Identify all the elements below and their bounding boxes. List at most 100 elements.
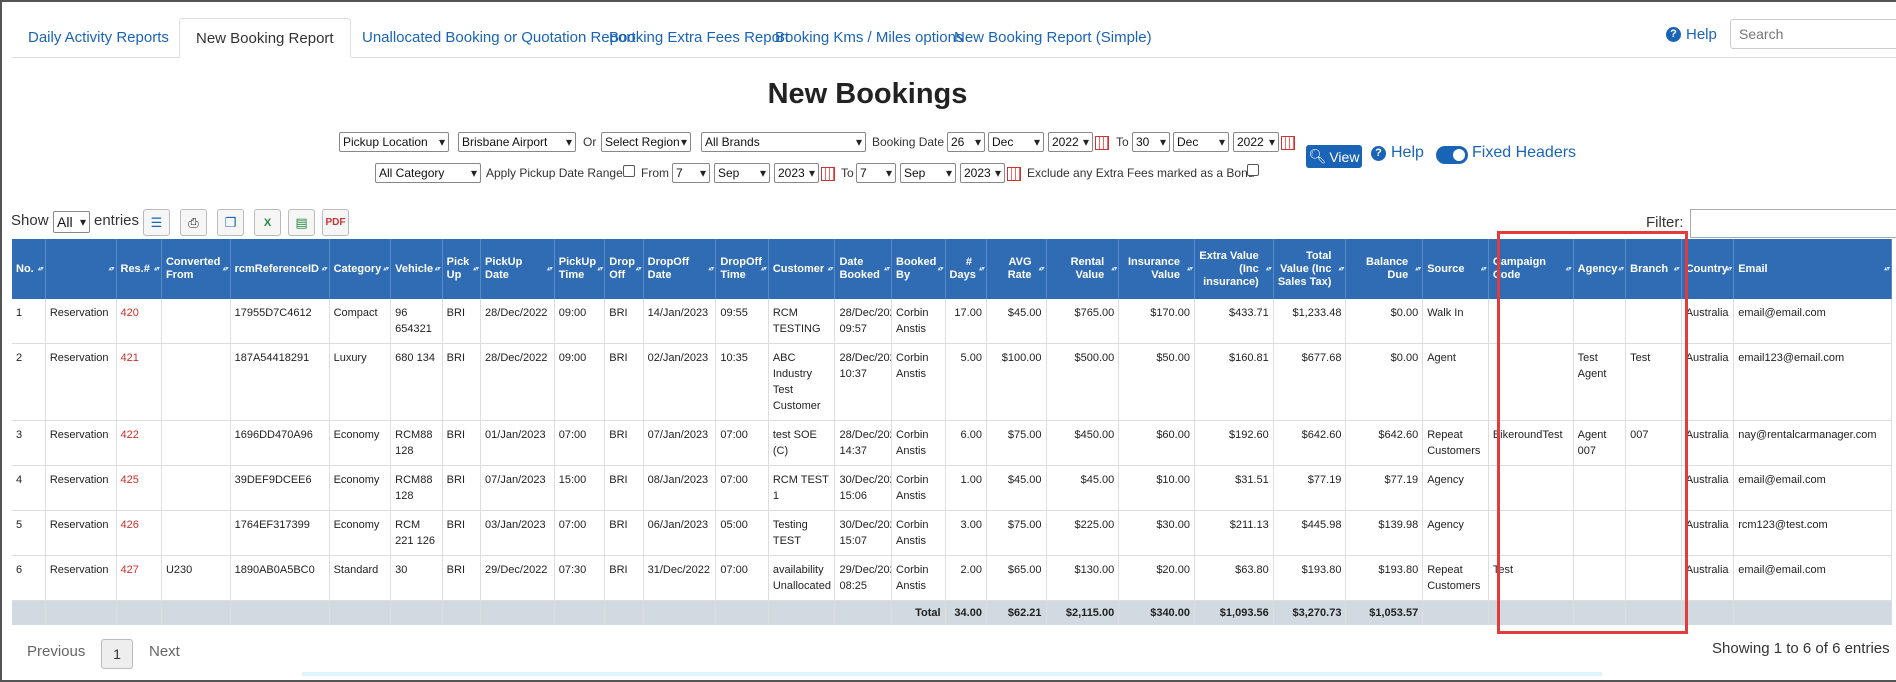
calendar-icon[interactable] (1095, 136, 1109, 150)
column-header[interactable]: Total Value (Inc Sales Tax) (1273, 239, 1347, 299)
column-header[interactable]: Date Booked (834, 239, 893, 299)
reservation-link[interactable]: 420 (116, 299, 162, 344)
table-cell: 03/Jan/2023 (480, 510, 555, 556)
previous-page-button[interactable]: Previous (27, 643, 85, 660)
column-header[interactable]: Country (1681, 239, 1735, 299)
table-cell: $30.00 (1118, 510, 1195, 556)
filter-input[interactable] (1690, 209, 1896, 238)
booking-from-month-select[interactable]: Dec (988, 132, 1044, 152)
column-header[interactable]: Insurance Value (1118, 239, 1195, 299)
next-page-button[interactable]: Next (149, 643, 180, 660)
column-header[interactable]: Pick Up (442, 239, 482, 299)
fixed-headers-toggle[interactable] (1436, 146, 1468, 164)
pickup-from-year-select[interactable]: 2023 (774, 163, 819, 183)
booking-from-year-select[interactable]: 2022 (1048, 132, 1093, 152)
column-header[interactable]: Drop Off (604, 239, 644, 299)
column-header[interactable]: DropOff Time (715, 239, 769, 299)
table-cell: $20.00 (1118, 555, 1195, 601)
pdf-export-button[interactable]: PDF (322, 209, 349, 236)
csv-export-button[interactable]: ▤ (288, 209, 315, 236)
reservation-link[interactable]: 422 (116, 420, 162, 466)
table-cell: $1,233.48 (1273, 299, 1347, 344)
tab-daily-activity-reports[interactable]: Daily Activity Reports (12, 18, 185, 58)
print-button[interactable]: ⎙ (180, 209, 207, 236)
booking-to-day-select[interactable]: 30 (1132, 132, 1170, 152)
exclude-bond-checkbox[interactable] (1247, 164, 1259, 176)
table-cell: 05:00 (715, 510, 769, 556)
column-header[interactable]: Booked By (891, 239, 946, 299)
reservation-link[interactable]: 421 (116, 343, 162, 421)
excel-export-button[interactable]: X (254, 209, 281, 236)
table-cell: 06/Jan/2023 (643, 510, 717, 556)
table-cell: $192.60 (1194, 420, 1274, 466)
entries-select[interactable]: All (53, 211, 90, 233)
location-select[interactable]: Brisbane Airport (458, 132, 576, 152)
view-button[interactable]: 🔍︎ View (1306, 145, 1362, 168)
column-list-button[interactable]: ☰ (143, 209, 170, 236)
column-header[interactable]: rcmReferenceID (230, 239, 330, 299)
table-cell: $65.00 (986, 555, 1047, 601)
reservation-link[interactable]: 427 (116, 555, 162, 601)
booking-to-year-select[interactable]: 2022 (1233, 132, 1279, 152)
table-cell: 09:55 (715, 299, 769, 344)
column-header[interactable]: PickUp Date (480, 239, 555, 299)
table-cell: $75.00 (986, 420, 1047, 466)
table-cell: Australia (1681, 343, 1735, 421)
column-header[interactable]: PickUp Time (554, 239, 606, 299)
pickup-to-year-select[interactable]: 2023 (960, 163, 1005, 183)
table-cell: $445.98 (1273, 510, 1347, 556)
tab-new-booking-report[interactable]: New Booking Report (179, 18, 351, 58)
fixed-headers-label: Fixed Headers (1472, 144, 1577, 161)
table-cell: Australia (1681, 299, 1735, 344)
apply-pickup-range-checkbox[interactable] (623, 165, 635, 177)
printer-icon: ⎙ (188, 214, 199, 230)
search-input[interactable] (1730, 19, 1896, 49)
column-header[interactable]: Customer (768, 239, 836, 299)
booking-to-month-select[interactable]: Dec (1173, 132, 1229, 152)
column-header[interactable]: Converted From (161, 239, 231, 299)
booking-from-day-select[interactable]: 26 (947, 132, 985, 152)
column-header[interactable]: AVG Rate (986, 239, 1047, 299)
pickup-from-day-select[interactable]: 7 (672, 163, 710, 183)
table-cell: Repeat Customers (1422, 555, 1489, 601)
brands-select[interactable]: All Brands (701, 132, 866, 152)
table-cell: BRI (604, 555, 644, 601)
category-select[interactable]: All Category (375, 163, 481, 183)
column-header[interactable]: Email (1733, 239, 1892, 299)
table-cell: 01/Jan/2023 (480, 420, 555, 466)
column-header[interactable]: Balance Due (1345, 239, 1424, 299)
table-cell: 09:00 (554, 299, 606, 344)
column-header[interactable]: Source (1422, 239, 1489, 299)
table-cell: Corbin Anstis (891, 299, 946, 344)
total-balance: $1,053.57 (1345, 600, 1424, 625)
pickup-to-month-select[interactable]: Sep (900, 163, 956, 183)
tab-new-booking-report-simple[interactable]: New Booking Report (Simple) (938, 18, 1168, 58)
column-header[interactable] (45, 239, 117, 299)
pickup-to-day-select[interactable]: 7 (856, 163, 896, 183)
region-select[interactable]: Select Region (601, 132, 691, 152)
column-header[interactable]: Res.# (116, 239, 162, 299)
page-1-button[interactable]: 1 (101, 639, 133, 669)
help-link-top[interactable]: ? Help (1666, 26, 1717, 43)
calendar-icon[interactable] (1007, 167, 1021, 181)
pickup-from-month-select[interactable]: Sep (714, 163, 770, 183)
table-cell: $160.81 (1194, 343, 1274, 421)
help-link[interactable]: ? Help (1371, 144, 1424, 162)
reservation-link[interactable]: 426 (116, 510, 162, 556)
calendar-icon[interactable] (821, 167, 835, 181)
copy-button[interactable]: ❐ (217, 209, 244, 236)
column-header[interactable]: Vehicle (390, 239, 443, 299)
table-cell: BRI (442, 299, 482, 344)
table-cell: 1.00 (945, 465, 987, 511)
reservation-link[interactable]: 425 (116, 465, 162, 511)
calendar-icon[interactable] (1281, 136, 1295, 150)
column-header[interactable]: Extra Value (Inc insurance) (1194, 239, 1274, 299)
column-header[interactable]: No. (12, 239, 46, 299)
column-header[interactable]: Category (329, 239, 392, 299)
table-cell: BRI (442, 555, 482, 601)
column-header[interactable]: Rental Value (1046, 239, 1120, 299)
pickup-location-select[interactable]: Pickup Location (339, 132, 449, 152)
column-header[interactable]: DropOff Date (643, 239, 717, 299)
table-cell: RCM TEST 1 (768, 465, 836, 511)
column-header[interactable]: # Days (945, 239, 987, 299)
